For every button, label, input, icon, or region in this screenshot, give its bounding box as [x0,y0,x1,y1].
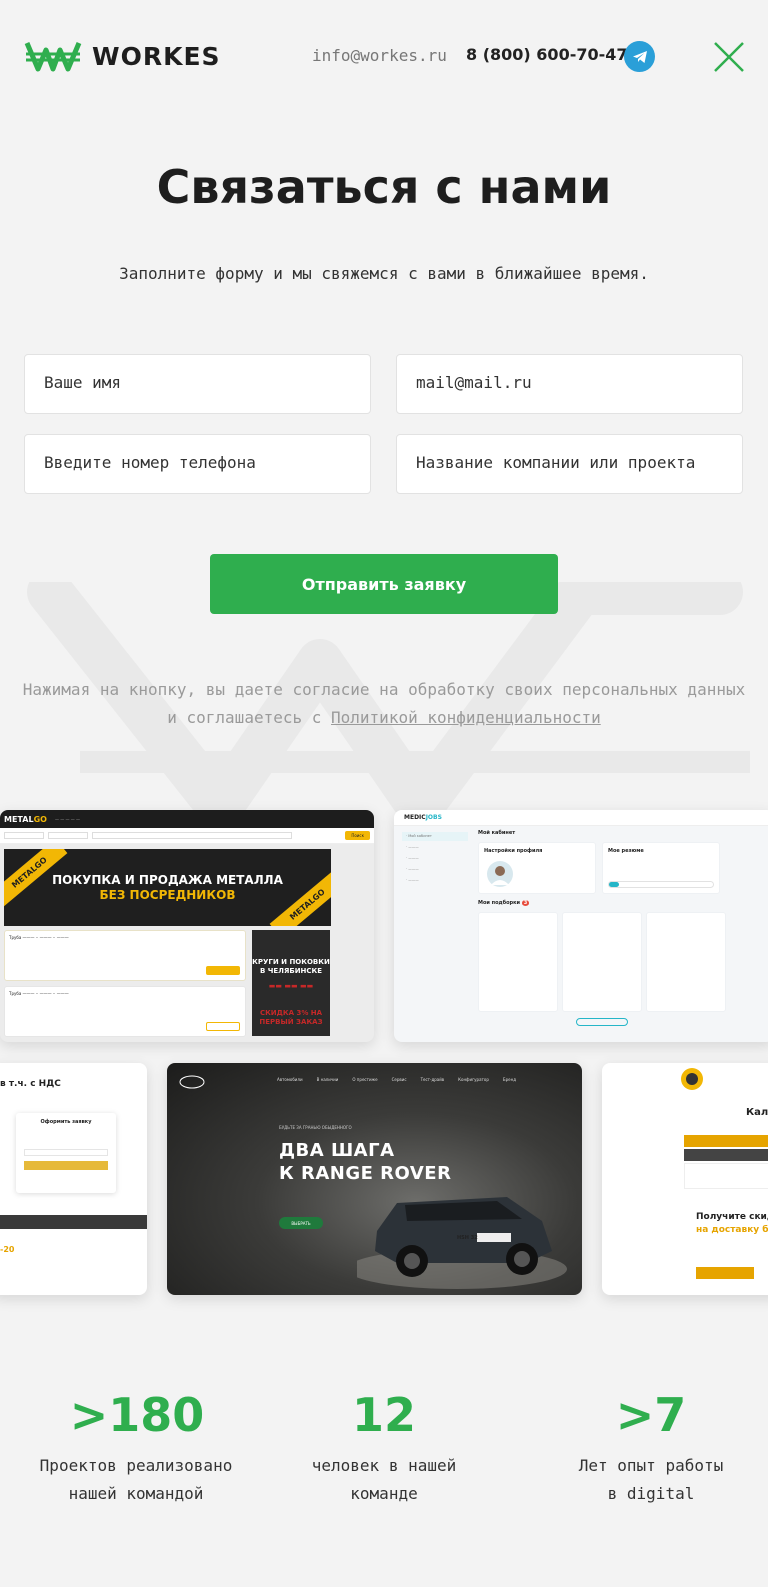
rangerover-kicker: БУДЬТЕ ЗА ГРАНЬЮ ОБЫДЕННОГО [279,1125,352,1130]
stat-team-value: 12 [351,1388,416,1442]
rangerover-title: ДВА ШАГА К RANGE ROVER [279,1140,452,1184]
submit-button[interactable]: Отправить заявку [210,554,558,614]
medicjobs-match-card [478,912,558,1012]
company-input[interactable] [396,434,743,494]
logo-text: WORKES [92,41,221,71]
medicjobs-profile-card: Настройки профиля [478,842,596,894]
consent-text: Нажимая на кнопку, вы даете согласие на … [20,676,748,732]
metalgo-banner: METALGO METALGO ПОКУПКА И ПРОДАЖА МЕТАЛЛ… [4,849,331,926]
stat-experience-value: >7 [615,1388,687,1442]
medicjobs-match-card [562,912,642,1012]
right-partial-promo: Получите скид на доставку б [696,1212,768,1235]
medicjobs-topbar: MEDIC JOBS [394,810,768,826]
left-partial-form: Оформить заявку [16,1113,116,1193]
stat-projects-label: Проектов реализовано нашей командой [39,1456,233,1503]
right-partial-logo-icon [681,1068,703,1090]
close-button[interactable] [712,40,746,74]
telegram-icon [632,50,647,63]
rangerover-plate: HSH 32 [457,1235,478,1241]
workes-logo-icon [24,42,82,72]
privacy-policy-link[interactable]: Политикой конфиденциальности [331,708,601,727]
page-title: Связаться с нами [156,160,612,214]
email-input[interactable] [396,354,743,414]
portfolio-medicjobs[interactable]: MEDIC JOBS · Мой кабинет · ——— · ——— · ——— · … [394,810,768,1042]
right-partial-heading: Кал [746,1107,768,1118]
rangerover-choose-button: ВЫБРАТЬ [279,1217,323,1229]
name-input[interactable] [24,354,371,414]
portfolio-rangerover[interactable]: Автомобили В наличии О престиже Сервис Тест-… [167,1063,582,1295]
stat-team-label: человек в нашей команде [311,1456,457,1503]
medicjobs-matches-title: Мои подборки 3 [478,900,530,906]
portfolio-metalgo[interactable]: METALGO — — — — — Поиск METALGO METALGO … [0,810,374,1042]
stat-experience-label: Лет опыт работы в digital [578,1456,724,1503]
medicjobs-resume-card: Мое резюме [602,842,720,894]
medicjobs-match-card [646,912,726,1012]
metalgo-search-button: Поиск [345,831,370,840]
header-phone-link[interactable]: 8 (800) 600-70-47 [466,45,628,64]
rangerover-nav: Автомобили В наличии О престиже Сервис Тест-… [277,1077,516,1082]
close-icon [714,42,744,72]
stat-projects-value: >180 [69,1388,205,1442]
metalgo-searchbar: Поиск [0,828,374,844]
telegram-button[interactable] [624,41,655,72]
left-partial-price: -20 [0,1245,15,1254]
phone-input[interactable] [24,434,371,494]
metalgo-listing-card: Труба ——— ·· ——— ·· ——— [4,986,246,1037]
metalgo-nav: — — — — — [54,816,81,822]
portfolio-left-partial[interactable]: в т.ч. с НДС Оформить заявку -20 [0,1063,147,1295]
metalgo-topbar: METALGO — — — — — [0,810,374,828]
medicjobs-more-button [576,1018,628,1026]
medicjobs-sidebar: · Мой кабинет · ——— · ——— · ——— · ——— [402,832,468,887]
portfolio-right-partial[interactable]: Кал Получите скид на доставку б [602,1063,768,1295]
logo[interactable]: WORKES [24,38,221,74]
rangerover-logo-icon [179,1075,205,1089]
medicjobs-cabinet-title: Мой кабинет [478,830,516,836]
left-partial-heading: в т.ч. с НДС [0,1079,61,1089]
metalgo-logo: METALGO [4,814,47,824]
metalgo-ad: КРУГИ И ПОКОВКИ В ЧЕЛЯБИНСКЕ ▬▬ ▬▬ ▬▬ СК… [252,930,330,1036]
page-subtitle: Заполните форму и мы свяжемся с вами в б… [119,264,649,283]
metalgo-listing-card: Труба ——— ·· ——— ·· ——— [4,930,246,981]
header-email-link[interactable]: info@workes.ru [312,46,447,65]
